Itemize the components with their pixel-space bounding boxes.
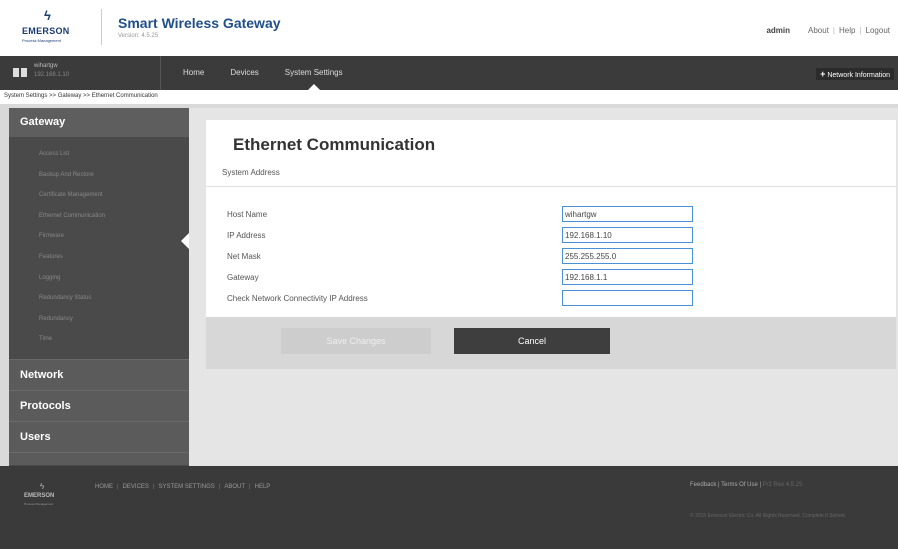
app-version: Version: 4.5.25 xyxy=(118,33,159,39)
cancel-button[interactable]: Cancel xyxy=(454,328,610,354)
emerson-logo-icon: ϟ xyxy=(40,482,45,491)
ip-address-field[interactable] xyxy=(562,227,693,243)
sidebar-item-backup-restore[interactable]: Backup And Restore xyxy=(9,165,189,186)
app-title: Smart Wireless Gateway xyxy=(118,15,281,31)
help-link[interactable]: Help xyxy=(839,26,855,35)
save-changes-button[interactable]: Save Changes xyxy=(281,328,431,354)
form-row-net-mask: Net Mask xyxy=(227,248,887,268)
host-name-field[interactable] xyxy=(562,206,693,222)
terms-link[interactable]: Terms Of Use xyxy=(721,482,758,488)
footer-link-devices[interactable]: DEVICES xyxy=(123,484,149,490)
host-name-label: Host Name xyxy=(227,210,268,219)
sidebar-item-firmware[interactable]: Firmware xyxy=(9,226,189,247)
link-separator: | xyxy=(152,484,155,490)
logo-subtitle: Process Management xyxy=(22,38,61,43)
nav-system-settings[interactable]: System Settings xyxy=(272,56,356,90)
network-information-button[interactable]: + Network Information xyxy=(816,68,894,80)
sidebar-gateway[interactable]: Gateway xyxy=(9,108,189,137)
sidebar-filler xyxy=(9,452,189,465)
footer-logo-subtitle: Process Management xyxy=(24,502,54,506)
feedback-link[interactable]: Feedback xyxy=(690,482,716,488)
breadcrumb: System Settings >> Gateway >> Ethernet C… xyxy=(0,90,898,104)
nav-items: Home Devices System Settings xyxy=(170,56,356,90)
link-separator: | xyxy=(859,26,862,35)
header: ϟ EMERSON Process Management Smart Wirel… xyxy=(0,0,898,56)
sidebar-users[interactable]: Users xyxy=(9,421,189,452)
logout-link[interactable]: Logout xyxy=(866,26,890,35)
form-row-check-connectivity: Check Network Connectivity IP Address xyxy=(227,290,887,310)
content-card: Ethernet Communication System Address Ho… xyxy=(206,120,896,317)
gateway-submenu: Access List Backup And Restore Certifica… xyxy=(9,137,190,359)
footer-version: P/2 Rev 4.5.25 xyxy=(762,482,803,488)
sidebar-item-access-list[interactable]: Access List xyxy=(9,144,189,165)
device-name: wihartgw xyxy=(34,63,58,69)
net-mask-label: Net Mask xyxy=(227,252,261,261)
sidebar-item-certificate-management[interactable]: Certificate Management xyxy=(9,185,189,206)
device-icon xyxy=(13,68,27,77)
logo-divider xyxy=(101,9,102,45)
ip-address-label: IP Address xyxy=(227,231,266,240)
link-separator: | xyxy=(218,484,221,490)
sidebar-item-features[interactable]: Features xyxy=(9,247,189,268)
gateway-field[interactable] xyxy=(562,269,693,285)
sidebar-network[interactable]: Network xyxy=(9,359,189,390)
footer-link-home[interactable]: HOME xyxy=(95,484,113,490)
footer-link-system-settings[interactable]: SYSTEM SETTINGS xyxy=(158,484,214,490)
top-links: admin About | Help | Logout xyxy=(766,26,890,35)
sidebar-item-redundancy-status[interactable]: Redundancy Status xyxy=(9,288,189,309)
check-connectivity-field[interactable] xyxy=(562,290,693,306)
sidebar-item-logging[interactable]: Logging xyxy=(9,268,189,289)
emerson-logo-icon: ϟ xyxy=(44,8,51,23)
button-bar: Save Changes Cancel xyxy=(206,317,896,369)
system-address-form: Host Name IP Address Net Mask Gateway Ch… xyxy=(206,186,896,317)
plus-icon: + xyxy=(820,69,826,79)
footer-link-help[interactable]: HELP xyxy=(255,484,271,490)
nav-devices[interactable]: Devices xyxy=(217,56,271,90)
form-row-gateway: Gateway xyxy=(227,269,887,289)
footer-link-about[interactable]: ABOUT xyxy=(224,484,245,490)
form-row-ip-address: IP Address xyxy=(227,227,887,247)
footer-logo: ϟ EMERSON Process Management xyxy=(20,482,74,510)
form-row-host-name: Host Name xyxy=(227,206,887,226)
device-ip: 192.168.1.10 xyxy=(34,72,70,78)
footer-copyright: © 2015 Emerson Electric Co. All Rights R… xyxy=(690,513,846,519)
emerson-logo: ϟ EMERSON Process Management xyxy=(18,8,88,48)
device-info[interactable]: wihartgw 192.168.1.10 xyxy=(0,56,161,90)
nav-home[interactable]: Home xyxy=(170,56,217,90)
footer-right: Feedback | Terms Of Use | P/2 Rev 4.5.25 xyxy=(690,482,802,488)
section-label: System Address xyxy=(222,168,280,177)
link-separator: | xyxy=(249,484,251,490)
link-separator: | xyxy=(117,484,119,490)
check-connectivity-label: Check Network Connectivity IP Address xyxy=(227,294,368,303)
current-user: admin xyxy=(766,26,791,35)
page-title: Ethernet Communication xyxy=(233,135,436,154)
sidebar-item-ethernet-communication[interactable]: Ethernet Communication xyxy=(9,206,189,227)
footer-logo-text: EMERSON xyxy=(24,493,55,499)
network-information-label: Network Information xyxy=(827,72,890,79)
sidebar-item-time[interactable]: Time xyxy=(9,329,189,350)
net-mask-field[interactable] xyxy=(562,248,693,264)
logo-text: EMERSON xyxy=(22,26,70,36)
sidebar: Gateway Access List Backup And Restore C… xyxy=(9,108,190,466)
footer: ϟ EMERSON Process Management HOME | DEVI… xyxy=(0,466,898,549)
gateway-label: Gateway xyxy=(227,273,259,282)
main-panel: Ethernet Communication System Address Ho… xyxy=(189,108,898,466)
about-link[interactable]: About xyxy=(808,26,829,35)
footer-links: HOME | DEVICES | SYSTEM SETTINGS | ABOUT… xyxy=(95,484,270,490)
link-separator: | xyxy=(832,26,835,35)
navbar: wihartgw 192.168.1.10 Home Devices Syste… xyxy=(0,56,898,90)
sidebar-protocols[interactable]: Protocols xyxy=(9,390,189,421)
sidebar-item-redundancy[interactable]: Redundancy xyxy=(9,309,189,330)
